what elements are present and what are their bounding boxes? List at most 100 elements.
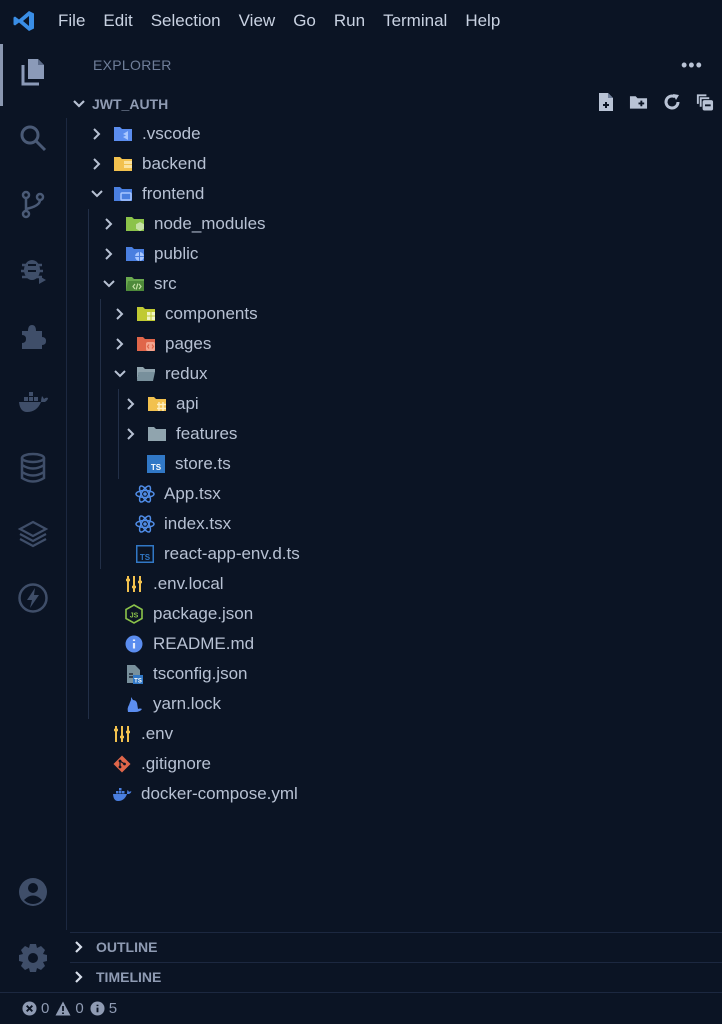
explorer-title: EXPLORER xyxy=(93,57,172,73)
layers-icon[interactable] xyxy=(17,518,49,550)
chevron-right-icon xyxy=(70,970,88,984)
menu-terminal[interactable]: Terminal xyxy=(383,11,447,31)
timeline-panel-header[interactable]: TIMELINE xyxy=(70,962,722,991)
docker-icon xyxy=(112,784,132,804)
source-control-icon[interactable] xyxy=(17,188,49,220)
tree-folder-row[interactable]: node_modules xyxy=(101,209,266,239)
pages-folder-icon xyxy=(136,334,156,354)
public-folder-icon xyxy=(125,244,145,264)
collapse-all-icon[interactable] xyxy=(695,92,714,112)
tree-folder-row[interactable]: pages xyxy=(112,329,211,359)
menu-edit[interactable]: Edit xyxy=(103,11,132,31)
tree-item-label: yarn.lock xyxy=(153,694,222,713)
tree-file-row[interactable]: .gitignore xyxy=(112,749,211,779)
info-status[interactable]: 5 xyxy=(90,1000,117,1017)
tree-item-label: store.ts xyxy=(175,454,231,473)
tree-item-label: App.tsx xyxy=(164,484,221,503)
tree-file-row[interactable]: docker-compose.yml xyxy=(112,779,298,809)
tree-file-row[interactable]: TS tsconfig.json xyxy=(124,659,248,689)
warning-count: 0 xyxy=(75,999,84,1017)
menu-file[interactable]: File xyxy=(58,11,85,31)
chevron-right-icon xyxy=(101,246,117,262)
settings-gear-icon[interactable] xyxy=(17,942,49,974)
tree-folder-row[interactable]: backend xyxy=(89,149,206,179)
svg-text:TS: TS xyxy=(151,463,162,472)
run-debug-icon[interactable] xyxy=(17,254,49,286)
tree-file-row[interactable]: .env xyxy=(112,719,173,749)
env-icon xyxy=(124,574,144,594)
tree-file-row[interactable]: yarn.lock xyxy=(124,689,221,719)
new-folder-icon[interactable] xyxy=(629,92,648,112)
error-count: 0 xyxy=(41,999,50,1017)
vscode-folder-icon xyxy=(113,124,133,144)
tree-file-row[interactable]: .env.local xyxy=(124,569,224,599)
workspace-root[interactable]: JWT_AUTH xyxy=(70,92,722,116)
warnings-status[interactable]: 0 xyxy=(55,999,84,1017)
outline-label: OUTLINE xyxy=(96,939,158,955)
problems-status[interactable]: 0 xyxy=(22,1000,49,1017)
docker-activity-icon[interactable] xyxy=(17,386,49,418)
tree-file-row[interactable]: App.tsx xyxy=(135,479,221,509)
nodejs-icon: JS xyxy=(124,604,144,624)
tree-folder-row[interactable]: frontend xyxy=(89,179,204,209)
chevron-right-icon xyxy=(123,426,139,442)
tree-item-label: docker-compose.yml xyxy=(141,784,298,803)
chevron-right-icon xyxy=(123,396,139,412)
folder-icon xyxy=(147,424,167,444)
menu-run[interactable]: Run xyxy=(334,11,365,31)
chevron-right-icon xyxy=(70,940,88,954)
tree-file-row[interactable]: TS react-app-env.d.ts xyxy=(135,539,300,569)
menu-selection[interactable]: Selection xyxy=(151,11,221,31)
tsconfig-icon: TS xyxy=(124,664,144,684)
menu-view[interactable]: View xyxy=(239,11,276,31)
timeline-label: TIMELINE xyxy=(96,969,162,985)
refresh-icon[interactable] xyxy=(662,92,681,112)
error-icon xyxy=(22,1000,37,1016)
menu-help[interactable]: Help xyxy=(465,11,500,31)
yarn-icon xyxy=(124,694,144,714)
chevron-right-icon xyxy=(112,336,128,352)
database-icon[interactable] xyxy=(17,452,49,484)
tree-file-row[interactable]: JS package.json xyxy=(124,599,253,629)
svg-text:JS: JS xyxy=(130,613,139,620)
explorer-actions xyxy=(596,92,714,112)
tree-item-label: index.tsx xyxy=(164,514,232,533)
tree-file-row[interactable]: TS store.ts xyxy=(146,449,231,479)
outline-panel-header[interactable]: OUTLINE xyxy=(70,932,722,961)
active-indicator xyxy=(0,44,3,106)
tree-folder-row[interactable]: components xyxy=(112,299,258,329)
search-icon[interactable] xyxy=(17,122,49,154)
tree-folder-row[interactable]: features xyxy=(123,419,237,449)
tree-file-row[interactable]: index.tsx xyxy=(135,509,231,539)
lightning-icon[interactable] xyxy=(17,582,49,614)
info-icon xyxy=(124,634,144,654)
menu-go[interactable]: Go xyxy=(293,11,316,31)
tree-item-label: .env.local xyxy=(153,574,224,593)
vscode-logo-icon xyxy=(13,11,34,31)
tree-folder-row[interactable]: public xyxy=(101,239,198,269)
extensions-icon[interactable] xyxy=(17,320,49,352)
tree-folder-row[interactable]: redux xyxy=(112,359,208,389)
explorer-icon[interactable] xyxy=(17,56,49,88)
tree-item-label: react-app-env.d.ts xyxy=(164,544,300,563)
frontend-folder-icon xyxy=(113,184,133,204)
more-actions-button[interactable]: ••• xyxy=(681,55,703,76)
git-icon xyxy=(112,754,132,774)
tree-file-row[interactable]: README.md xyxy=(124,629,254,659)
svg-text:TS: TS xyxy=(140,553,151,562)
typescript-icon: TS xyxy=(146,454,166,474)
tree-folder-row[interactable]: .vscode xyxy=(89,119,201,149)
src-folder-icon xyxy=(125,274,145,294)
tree-folder-row[interactable]: src xyxy=(101,269,177,299)
account-icon[interactable] xyxy=(17,876,49,908)
chevron-down-icon xyxy=(89,186,105,202)
tree-item-label: api xyxy=(176,394,199,413)
tree-folder-row[interactable]: api xyxy=(123,389,199,419)
tree-item-label: components xyxy=(165,304,258,323)
new-file-icon[interactable] xyxy=(596,92,615,112)
tree-item-label: src xyxy=(154,274,177,293)
chevron-right-icon xyxy=(101,216,117,232)
components-folder-icon xyxy=(136,304,156,324)
redux-folder-icon xyxy=(136,364,156,384)
chevron-right-icon xyxy=(89,126,105,142)
